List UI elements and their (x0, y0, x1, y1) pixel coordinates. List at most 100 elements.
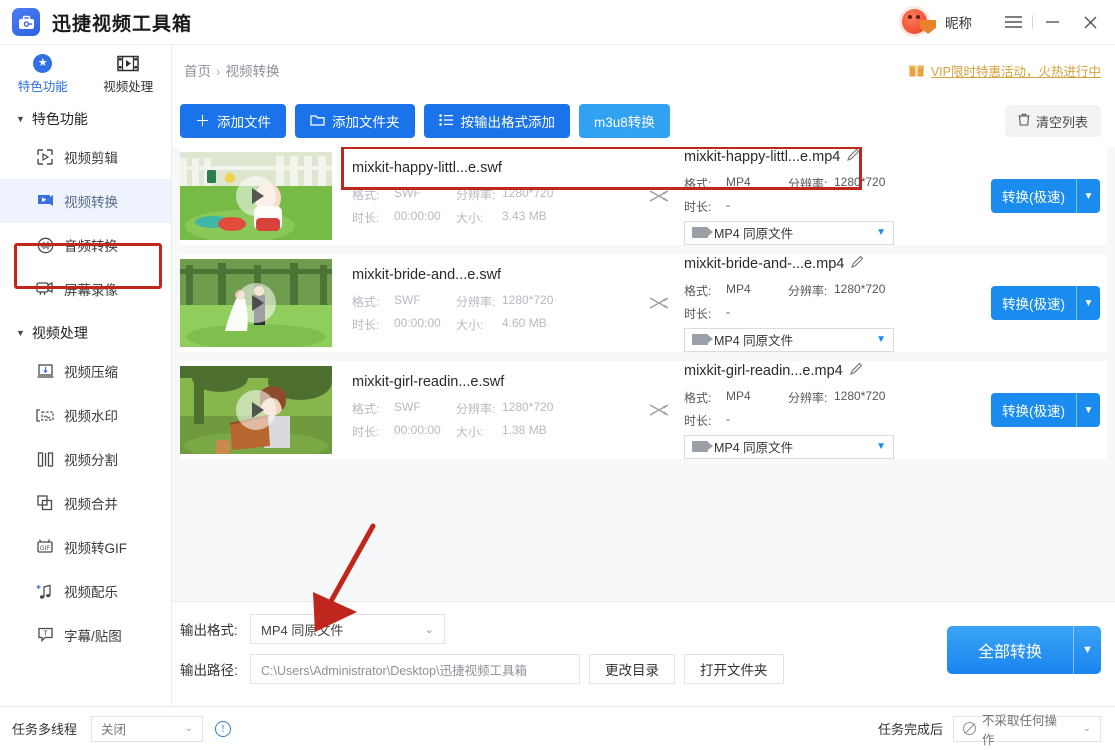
minimize-icon[interactable] (1033, 0, 1071, 45)
chevron-down-icon: ⌄ (425, 623, 434, 636)
change-directory-button[interactable]: 更改目录 (589, 654, 675, 684)
breadcrumb-separator: › (216, 64, 221, 79)
avatar[interactable] (902, 7, 936, 37)
sidebar-item-video-compress-label: 视频压缩 (64, 361, 118, 381)
convert-dropdown-caret[interactable]: ▼ (1076, 179, 1100, 213)
audio-convert-icon (36, 236, 54, 254)
sidebar-item-video-merge[interactable]: 视频合并 (0, 481, 171, 525)
sidebar-item-video-compress[interactable]: 视频压缩 (0, 349, 171, 393)
pencil-icon[interactable] (847, 148, 860, 166)
mode-tab-processing[interactable]: 视频处理 (86, 45, 172, 103)
open-folder-button[interactable]: 打开文件夹 (684, 654, 784, 684)
row-format-select-value: MP4 同原文件 (714, 223, 793, 242)
source-duration-row: 时长: 00:00:00 大小: 3.43 MB (352, 209, 642, 226)
duration-label: 时长: (352, 209, 394, 226)
output-path-label: 输出路径: (180, 659, 250, 679)
source-resolution-value: 1280*720 (502, 293, 553, 310)
sidebar-item-watermark[interactable]: 视频水印 (0, 393, 171, 437)
convert-dropdown-caret[interactable]: ▼ (1076, 286, 1100, 320)
row-format-select[interactable]: MP4 同原文件 ▼ (684, 221, 894, 245)
row-format-select[interactable]: MP4 同原文件 ▼ (684, 328, 894, 352)
source-duration-value: 00:00:00 (394, 209, 456, 226)
film-icon (117, 53, 139, 73)
breadcrumb-home[interactable]: 首页 (184, 64, 211, 79)
clear-list-button[interactable]: 清空列表 (1005, 105, 1101, 137)
mode-tab-featured[interactable]: ★ 特色功能 (0, 45, 86, 103)
convert-all-button[interactable]: 全部转换 (947, 626, 1073, 674)
no-action-icon (963, 722, 976, 735)
music-note-icon (36, 582, 54, 600)
sidebar-item-subtitle[interactable]: T 字幕/贴图 (0, 613, 171, 657)
table-row[interactable]: mixkit-bride-and...e.swf 格式: SWF 分辨率: 12… (180, 254, 1107, 352)
file-list[interactable]: mixkit-happy-littl...e.swf 格式: SWF 分辨率: … (172, 147, 1115, 598)
source-format-value: SWF (394, 293, 456, 310)
plus-icon: ＋ (195, 114, 210, 129)
source-resolution-value: 1280*720 (502, 400, 553, 417)
convert-all-dropdown-caret[interactable]: ▼ (1073, 626, 1101, 674)
output-format-select[interactable]: MP4 同原文件 ⌄ (250, 614, 445, 644)
row-format-select-value: MP4 同原文件 (714, 437, 793, 456)
play-icon[interactable] (236, 176, 276, 216)
output-resolution-label: 分辨率: (788, 389, 834, 406)
sidebar-item-screen-record[interactable]: 屏幕录像 (0, 267, 171, 311)
table-row[interactable]: mixkit-girl-readin...e.swf 格式: SWF 分辨率: … (180, 361, 1107, 459)
sidebar-item-video-music-label: 视频配乐 (64, 581, 118, 601)
output-format-row: 格式: MP4 分辨率: 1280*720 (684, 389, 984, 406)
vip-promo-text: VIP限时特惠活动，火热进行中 (931, 61, 1101, 80)
add-by-format-button[interactable]: 按输出格式添加 (424, 104, 571, 138)
hamburger-menu-icon[interactable] (994, 0, 1032, 45)
subtitle-icon: T (36, 626, 54, 644)
nickname-label[interactable]: 昵称 (945, 12, 972, 32)
sidebar-item-video-split[interactable]: 视频分割 (0, 437, 171, 481)
row-format-select[interactable]: MP4 同原文件 ▼ (684, 435, 894, 459)
mode-tab-processing-label: 视频处理 (103, 76, 153, 95)
vip-promo-banner[interactable]: VIP限时特惠活动，火热进行中 (909, 61, 1101, 80)
output-format-row: 格式: MP4 分辨率: 1280*720 (684, 282, 984, 299)
play-icon[interactable] (236, 390, 276, 430)
convert-dropdown-caret[interactable]: ▼ (1076, 393, 1100, 427)
sidebar-group-processing[interactable]: ▼ 视频处理 (0, 317, 171, 349)
sidebar-item-video-convert[interactable]: 视频转换 (0, 179, 171, 223)
add-file-button[interactable]: ＋ 添加文件 (180, 104, 286, 138)
play-icon[interactable] (236, 283, 276, 323)
sidebar-group-featured[interactable]: ▼ 特色功能 (0, 103, 171, 135)
convert-button[interactable]: 转换(极速) (991, 179, 1076, 213)
source-format-row: 格式: SWF 分辨率: 1280*720 (352, 186, 642, 203)
svg-text:T: T (43, 631, 48, 638)
source-format-row: 格式: SWF 分辨率: 1280*720 (352, 400, 642, 417)
output-path-input[interactable]: C:\Users\Administrator\Desktop\迅捷视频工具箱 (250, 654, 580, 684)
gif-icon: GIF (36, 538, 54, 556)
convert-all-group: 全部转换 ▼ (947, 626, 1101, 674)
folder-icon (310, 114, 325, 129)
source-format-value: SWF (394, 186, 456, 203)
output-duration-row: 时长: - (684, 305, 984, 322)
info-icon[interactable]: ! (215, 721, 231, 737)
gift-icon (909, 63, 924, 77)
after-done-select[interactable]: 不采取任何操作 ⌄ (953, 716, 1101, 742)
multithread-select[interactable]: 关闭 ⌄ (91, 716, 203, 742)
sidebar-item-audio-convert[interactable]: 音频转换 (0, 223, 171, 267)
output-duration-value: - (726, 305, 788, 322)
breadcrumb-current: 视频转换 (226, 64, 280, 79)
screen-record-icon (36, 280, 54, 298)
resolution-label: 分辨率: (456, 400, 502, 417)
m3u8-convert-button[interactable]: m3u8转换 (579, 104, 670, 138)
camera-icon (692, 334, 708, 345)
sidebar-item-video-edit[interactable]: 视频剪辑 (0, 135, 171, 179)
swap-arrows-icon (642, 295, 676, 311)
chevron-down-icon: ▼ (876, 441, 886, 452)
convert-button[interactable]: 转换(极速) (991, 393, 1076, 427)
swap-arrows-icon (642, 402, 676, 418)
table-row[interactable]: mixkit-happy-littl...e.swf 格式: SWF 分辨率: … (180, 147, 1107, 245)
convert-button[interactable]: 转换(极速) (991, 286, 1076, 320)
girl-reading-thumbnail (180, 366, 332, 454)
sidebar-item-video-to-gif[interactable]: GIF 视频转GIF (0, 525, 171, 569)
main-content: 首页›视频转换 VIP限时特惠活动，火热进行中 ＋ 添加文件 添加文件 (172, 45, 1115, 706)
add-folder-button[interactable]: 添加文件夹 (295, 104, 415, 138)
pencil-icon[interactable] (851, 255, 864, 273)
sidebar-item-video-music[interactable]: 视频配乐 (0, 569, 171, 613)
app-logo-icon (12, 8, 40, 36)
pencil-icon[interactable] (850, 362, 863, 380)
output-format-label: 格式: (684, 175, 726, 192)
close-icon[interactable] (1071, 0, 1109, 45)
